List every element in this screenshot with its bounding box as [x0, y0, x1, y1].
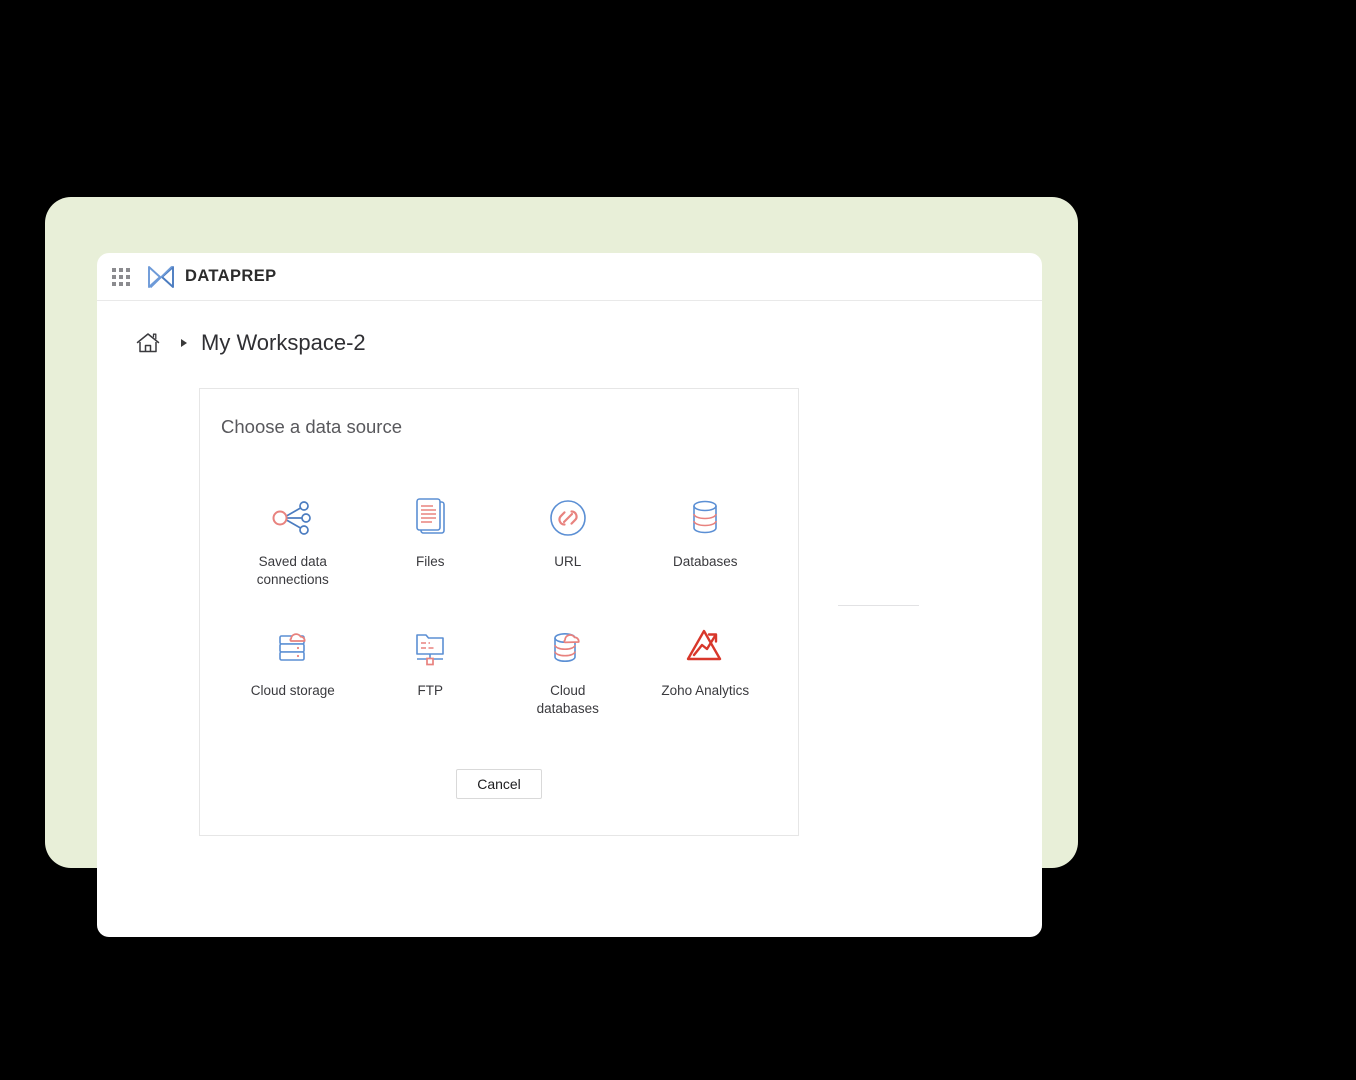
grid-dot: [126, 274, 130, 279]
data-source-label: Databases: [672, 554, 738, 569]
data-source-grid-row-1: Saved data connections Files URL Databas…: [200, 438, 798, 589]
cloud-server-icon: [265, 619, 321, 675]
documents-stack-icon: [402, 490, 458, 546]
data-source-label: Cloud storage: [250, 683, 335, 698]
data-source-label: FTP: [417, 683, 444, 698]
data-source-zoho-analytics[interactable]: Zoho Analytics: [637, 619, 775, 718]
grid-dot: [112, 267, 116, 272]
share-nodes-icon: [265, 490, 321, 546]
database-cylinder-icon: [677, 490, 733, 546]
data-source-label: Cloud databases: [536, 683, 599, 716]
faint-divider: [838, 605, 919, 606]
dialog-actions: Cancel: [200, 769, 798, 799]
zoho-analytics-icon: [677, 619, 733, 675]
grid-dot: [126, 281, 130, 286]
dialog-heading: Choose a data source: [221, 416, 403, 437]
cloud-database-icon: [540, 619, 596, 675]
data-source-label: URL: [554, 554, 582, 569]
chevron-right-icon: [181, 339, 187, 347]
app-window: DATAPREP My Workspace-2 Choose a data so…: [97, 253, 1042, 937]
choose-data-source-dialog: Choose a data source Saved data connecti…: [199, 388, 799, 836]
data-source-saved-connections[interactable]: Saved data connections: [224, 490, 362, 589]
app-topbar: DATAPREP: [97, 253, 1042, 301]
grid-dot: [119, 267, 123, 272]
grid-dot: [112, 281, 116, 286]
dataprep-logo-icon[interactable]: [146, 264, 176, 290]
data-source-ftp[interactable]: FTP: [362, 619, 500, 718]
cancel-button[interactable]: Cancel: [456, 769, 542, 799]
ftp-folder-icon: [402, 619, 458, 675]
grid-dot: [126, 267, 130, 272]
breadcrumb-current: My Workspace-2: [201, 330, 366, 355]
data-source-grid-row-2: Cloud storage FTP Cloud databases Zoho A…: [200, 589, 798, 718]
grid-dot: [119, 281, 123, 286]
data-source-url[interactable]: URL: [499, 490, 637, 589]
data-source-databases[interactable]: Databases: [637, 490, 775, 589]
app-title: DATAPREP: [185, 267, 277, 285]
grid-dot: [119, 274, 123, 279]
breadcrumb: My Workspace-2: [97, 301, 1042, 356]
grid-apps-icon[interactable]: [111, 267, 131, 287]
link-circle-icon: [540, 490, 596, 546]
data-source-cloud-storage[interactable]: Cloud storage: [224, 619, 362, 718]
home-icon[interactable]: [135, 331, 161, 355]
data-source-label: Zoho Analytics: [661, 683, 750, 698]
grid-dot: [112, 274, 116, 279]
data-source-cloud-databases[interactable]: Cloud databases: [499, 619, 637, 718]
data-source-label: Saved data connections: [256, 554, 329, 587]
data-source-label: Files: [415, 554, 445, 569]
data-source-files[interactable]: Files: [362, 490, 500, 589]
screenshot-stage: DATAPREP My Workspace-2 Choose a data so…: [0, 0, 1356, 1080]
